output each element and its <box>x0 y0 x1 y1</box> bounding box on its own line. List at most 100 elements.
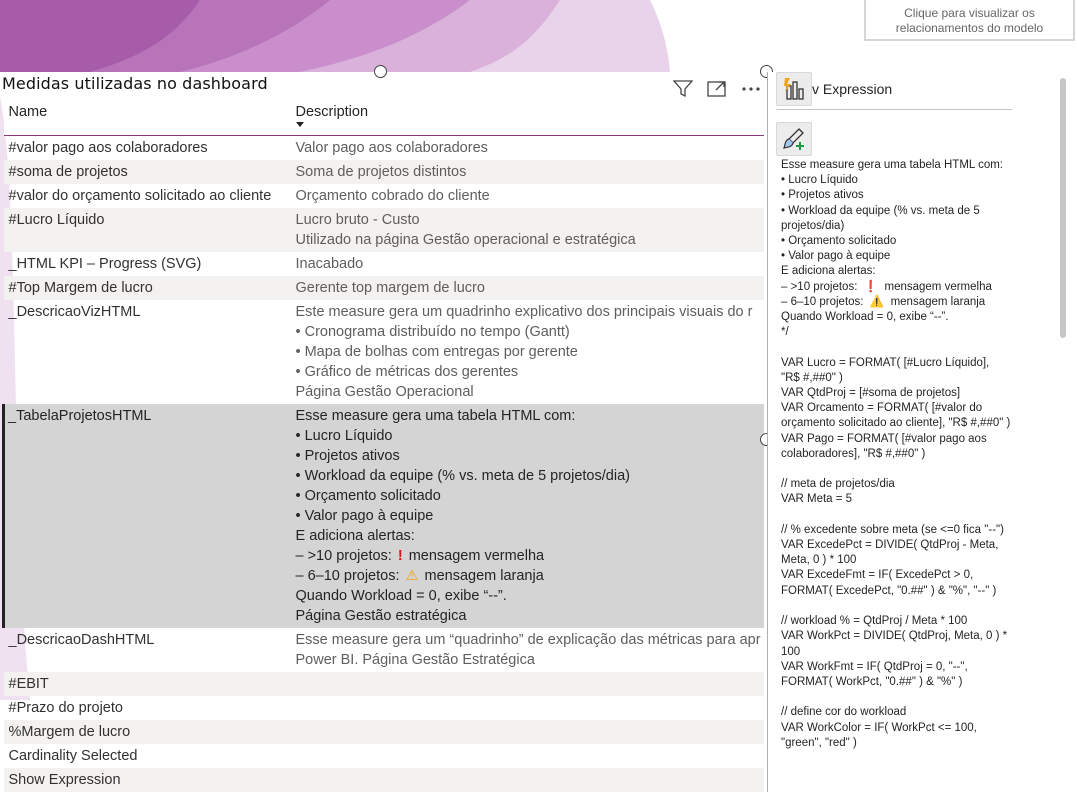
column-header-name-label: Name <box>8 104 48 120</box>
row-name: #Lucro Líquido <box>3 208 291 252</box>
row-name: #valor pago aos colaboradores <box>8 140 208 156</box>
panel-divider <box>776 109 1012 110</box>
row-name: Cardinality Selected <box>8 748 138 764</box>
description-line: Utilizado na página Gestão operacional e… <box>295 232 636 248</box>
expression-panel: v Expression Esse measure gera uma tabel… <box>767 72 1077 792</box>
description-line: Página Gestão Operacional <box>295 384 474 400</box>
row-name: #soma de projetos <box>3 160 291 184</box>
row-name: _TabelaProjetosHTML <box>2 404 291 628</box>
model-button-line1: Clique para visualizar os <box>904 6 1035 20</box>
row-description: Inacabado <box>291 252 764 276</box>
row-description: Orçamento cobrado do cliente <box>291 184 764 208</box>
expression-text: Esse measure gera uma tabela HTML com: •… <box>781 159 1011 749</box>
format-visual-tool-button[interactable] <box>776 122 812 156</box>
description-line: – 6–10 projetos: ⚠ mensagem laranja <box>296 566 759 586</box>
measures-table-visual[interactable]: Medidas utilizadas no dashboard Name Des… <box>0 72 767 792</box>
view-model-relationships-button[interactable]: Clique para visualizar os relacionamento… <box>864 0 1075 41</box>
expression-panel-title: v Expression <box>812 81 892 97</box>
description-line: • Valor pago à equipe <box>295 508 434 524</box>
description-line: Lucro bruto - Custo <box>295 212 420 228</box>
build-visual-tool-button[interactable] <box>776 72 812 106</box>
focus-mode-icon[interactable] <box>705 78 729 100</box>
more-options-icon[interactable] <box>739 78 763 100</box>
row-name: Show Expression <box>3 768 291 792</box>
sort-descending-icon <box>295 122 304 127</box>
row-description <box>290 768 764 792</box>
description-line: • Cronograma distribuído no tempo (Gantt… <box>295 324 570 340</box>
row-description <box>291 744 764 768</box>
filter-icon[interactable] <box>671 78 695 100</box>
description-line: Inacabado <box>295 256 364 272</box>
alert-red-text: mensagem vermelha <box>408 548 545 564</box>
row-name: #Top Margem de lucro <box>3 276 291 300</box>
row-description <box>291 696 764 720</box>
table-row[interactable]: Cardinality Selected <box>4 744 764 768</box>
table-row[interactable]: _DescricaoDashHTML Esse measure gera um … <box>4 628 764 672</box>
table-row[interactable]: #soma de projetos Soma de projetos disti… <box>3 160 764 184</box>
model-button-line2: relacionamentos do modelo <box>895 21 1044 35</box>
description-line: Esse measure gera um “quadrinho” de expl… <box>295 632 761 648</box>
alert-orange-label: – 6–10 projetos: <box>295 568 400 584</box>
column-header-description[interactable]: Description <box>290 100 764 136</box>
table-row[interactable]: #valor do orçamento solicitado ao client… <box>4 184 764 208</box>
description-line: Soma de projetos distintos <box>295 164 467 180</box>
row-name: _DescricaoVizHTML <box>8 304 141 320</box>
row-description: Esse measure gera um “quadrinho” de expl… <box>291 628 764 672</box>
description-line: Quando Workload = 0, exibe “--”. <box>295 588 507 604</box>
table-row[interactable]: #Top Margem de lucro Gerente top margem … <box>3 276 764 300</box>
table-row-selected[interactable]: _TabelaProjetosHTML Esse measure gera um… <box>2 404 764 628</box>
visual-header-icons <box>671 78 763 100</box>
description-line: • Mapa de bolhas com entregas por gerent… <box>295 344 578 360</box>
description-line: Esse measure gera uma tabela HTML com: <box>295 408 576 424</box>
warning-icon: ⚠ <box>405 568 419 584</box>
alert-orange-text: mensagem laranja <box>424 568 544 584</box>
row-description: Valor pago aos colaboradores <box>291 136 764 161</box>
paintbrush-icon <box>783 128 804 150</box>
table-row[interactable]: #Prazo do projeto <box>4 696 764 720</box>
description-line: Valor pago aos colaboradores <box>295 140 488 156</box>
row-name: #EBIT <box>3 672 291 696</box>
panel-title-text: Expression <box>822 81 893 97</box>
row-description: Lucro bruto - Custo Utilizado na página … <box>290 208 764 252</box>
row-name: #Prazo do projeto <box>8 700 123 716</box>
row-description: Esse measure gera uma tabela HTML com: •… <box>290 404 764 628</box>
panel-scrollbar-thumb[interactable] <box>1060 78 1066 338</box>
description-line: Página Gestão estratégica <box>295 608 467 624</box>
row-description: Soma de projetos distintos <box>290 160 764 184</box>
table-row[interactable]: _DescricaoVizHTML Este measure gera um q… <box>4 300 764 404</box>
description-line: E adiciona alertas: <box>295 528 415 544</box>
description-line: • Projetos ativos <box>295 448 400 464</box>
row-description <box>290 672 764 696</box>
row-description <box>290 720 764 744</box>
visual-title: Medidas utilizadas no dashboard <box>2 74 268 93</box>
row-name: _HTML KPI – Progress (SVG) <box>8 256 202 272</box>
description-line: • Orçamento solicitado <box>295 488 441 504</box>
description-line: Orçamento cobrado do cliente <box>295 188 490 204</box>
panel-scrollbar[interactable] <box>1060 78 1068 790</box>
description-line: Este measure gera um quadrinho explicati… <box>295 304 753 320</box>
table-row[interactable]: #valor pago aos colaboradores Valor pago… <box>4 136 764 161</box>
table-row[interactable]: Show Expression <box>3 768 764 792</box>
row-description: Este measure gera um quadrinho explicati… <box>291 300 764 404</box>
description-line: • Workload da equipe (% vs. meta de 5 pr… <box>295 468 630 484</box>
table-row[interactable]: #Lucro Líquido Lucro bruto - Custo Utili… <box>3 208 764 252</box>
description-line: • Gráfico de métricas dos gerentes <box>295 364 519 380</box>
column-header-name[interactable]: Name <box>3 100 291 136</box>
table-header-row: Name Description <box>3 100 764 136</box>
exclamation-icon: ! <box>397 548 403 564</box>
alert-red-label: – >10 projetos: <box>295 548 392 564</box>
table-row[interactable]: #EBIT <box>3 672 764 696</box>
description-line: Power BI. Página Gestão Estratégica <box>295 652 535 668</box>
panel-title-prefix: v <box>812 81 819 97</box>
row-description: Gerente top margem de lucro <box>290 276 764 300</box>
table-row[interactable]: _HTML KPI – Progress (SVG) Inacabado <box>4 252 764 276</box>
measures-table: Name Description #valor pago aos colabor… <box>2 100 764 792</box>
description-line: • Lucro Líquido <box>295 428 393 444</box>
description-line: Gerente top margem de lucro <box>295 280 485 296</box>
resize-handle-top[interactable] <box>374 65 387 78</box>
row-name: %Margem de lucro <box>3 720 291 744</box>
row-name: #valor do orçamento solicitado ao client… <box>8 188 272 204</box>
chart-build-icon <box>784 78 804 100</box>
table-row[interactable]: %Margem de lucro <box>3 720 764 744</box>
description-line: – >10 projetos:! mensagem vermelha <box>296 546 759 566</box>
